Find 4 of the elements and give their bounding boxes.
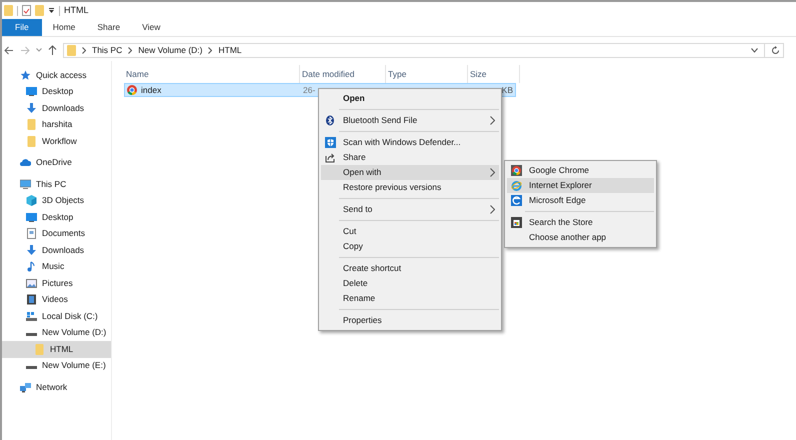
file-name: index — [141, 84, 162, 96]
window-title: HTML — [64, 4, 88, 17]
file-size: KB — [502, 84, 513, 96]
date-modified: 26- — [302, 84, 316, 95]
